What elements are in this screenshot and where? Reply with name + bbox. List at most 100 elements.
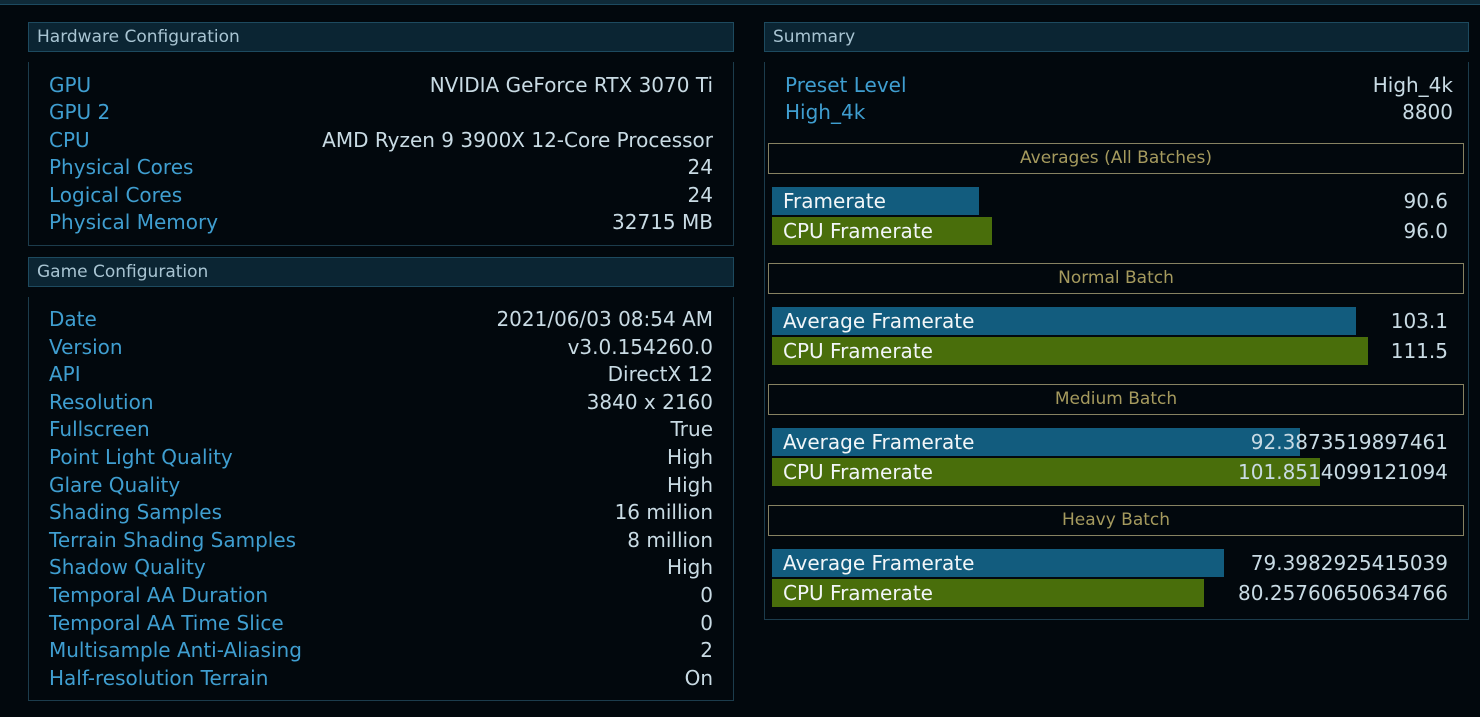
summary-row-label: Preset Level: [785, 73, 907, 97]
summary-row-value: 8800: [1402, 100, 1453, 125]
game-row: Shading Samples 16 million: [29, 499, 733, 526]
hardware-row: GPU 2: [29, 99, 733, 126]
framerate-bar-value: 90.6: [1403, 189, 1448, 213]
game-row-label: Temporal AA Duration: [49, 583, 269, 607]
game-row-value: High: [667, 555, 713, 580]
game-row-label: Resolution: [49, 389, 154, 414]
game-config-title: Game Configuration: [37, 262, 209, 282]
framerate-bar-value: 92.3873519897461: [1250, 430, 1448, 454]
game-row-value: 0: [700, 610, 713, 635]
framerate-bar-row: CPU Framerate 101.8514099121094: [772, 458, 1452, 486]
hardware-row-value: 24: [687, 182, 713, 207]
batch-section-title: Heavy Batch: [768, 505, 1464, 536]
framerate-bar-value: 79.3982925415039: [1250, 551, 1448, 575]
game-row: Date 2021/06/03 08:54 AM: [29, 306, 733, 333]
game-row-label: Version: [49, 334, 123, 359]
summary-row: Preset Level High_4k: [765, 72, 1468, 99]
framerate-bar-value: 111.5: [1390, 339, 1448, 363]
game-row-label: API: [49, 362, 81, 387]
batch-section-title: Normal Batch: [768, 263, 1464, 294]
summary-title: Summary: [773, 27, 856, 47]
framerate-bar-row: Average Framerate 92.3873519897461: [772, 428, 1452, 456]
hardware-row-value: NVIDIA GeForce RTX 3070 Ti: [429, 73, 713, 97]
framerate-bar-label: CPU Framerate: [783, 219, 933, 243]
game-row-label: Shadow Quality: [49, 555, 206, 580]
summary-row: High_4k 8800: [765, 99, 1468, 126]
summary-row-label: High_4k: [785, 100, 866, 125]
hardware-row: GPU NVIDIA GeForce RTX 3070 Ti: [29, 72, 733, 99]
game-config-header: Game Configuration: [28, 257, 734, 287]
framerate-bar-label: CPU Framerate: [783, 460, 933, 484]
hardware-row-label: GPU: [49, 73, 92, 97]
framerate-bar-row: CPU Framerate 80.25760650634766: [772, 579, 1452, 607]
hardware-row-value: AMD Ryzen 9 3900X 12-Core Processor: [322, 127, 713, 152]
framerate-bar-row: Framerate 90.6: [772, 187, 1452, 215]
game-row: Glare Quality High: [29, 472, 733, 499]
window-top-border: [0, 0, 1480, 5]
framerate-bar-label: CPU Framerate: [783, 339, 933, 363]
game-row-value: 2: [700, 638, 713, 663]
hardware-row-value: 24: [687, 155, 713, 180]
game-row-label: Point Light Quality: [49, 445, 233, 469]
batch-section-title: Averages (All Batches): [768, 143, 1464, 174]
hardware-config-panel: GPU NVIDIA GeForce RTX 3070 Ti GPU 2 CPU AMD…: [28, 62, 734, 246]
game-row-value: 8 million: [627, 527, 713, 552]
game-row-label: Multisample Anti-Aliasing: [49, 638, 302, 663]
framerate-bar-label: Average Framerate: [783, 430, 975, 454]
game-row: Multisample Anti-Aliasing 2: [29, 637, 733, 664]
game-row-value: High: [667, 472, 713, 497]
hardware-config-header: Hardware Configuration: [28, 22, 734, 52]
hardware-row-label: Logical Cores: [49, 182, 183, 207]
framerate-bar-row: Average Framerate 103.1: [772, 307, 1452, 335]
game-row-value: v3.0.154260.0: [567, 334, 713, 359]
game-row: Fullscreen True: [29, 416, 733, 443]
game-row-value: 2021/06/03 08:54 AM: [496, 307, 713, 331]
hardware-row: Logical Cores 24: [29, 182, 733, 209]
hardware-row: Physical Memory 32715 MB: [29, 209, 733, 236]
game-row: Version v3.0.154260.0: [29, 334, 733, 361]
game-row-label: Terrain Shading Samples: [49, 527, 297, 552]
game-row: Terrain Shading Samples 8 million: [29, 527, 733, 554]
game-row: Point Light Quality High: [29, 444, 733, 471]
hardware-row: CPU AMD Ryzen 9 3900X 12-Core Processor: [29, 127, 733, 154]
game-row-label: Date: [49, 307, 97, 331]
framerate-bar-value: 101.8514099121094: [1238, 460, 1448, 484]
game-row-label: Fullscreen: [49, 417, 150, 442]
game-row-label: Shading Samples: [49, 500, 223, 525]
framerate-bar-row: Average Framerate 79.3982925415039: [772, 549, 1452, 577]
game-row-value: 16 million: [614, 500, 713, 525]
hardware-row-label: Physical Memory: [49, 210, 219, 234]
batch-section-title: Medium Batch: [768, 384, 1464, 415]
framerate-bar-value: 103.1: [1390, 309, 1448, 333]
game-row-value: High: [667, 445, 713, 469]
game-row-value: On: [684, 665, 713, 690]
summary-row-value: High_4k: [1372, 73, 1453, 97]
game-row-value: True: [670, 417, 713, 442]
game-row-label: Glare Quality: [49, 472, 181, 497]
framerate-bar-row: CPU Framerate 111.5: [772, 337, 1452, 365]
framerate-bar-label: Average Framerate: [783, 309, 975, 333]
game-row-value: 3840 x 2160: [586, 389, 713, 414]
hardware-row: Physical Cores 24: [29, 154, 733, 181]
game-row-value: DirectX 12: [607, 362, 713, 387]
hardware-row-label: CPU: [49, 127, 90, 152]
game-row-value: 0: [700, 583, 713, 607]
framerate-bar-label: Framerate: [783, 189, 886, 213]
game-row: Shadow Quality High: [29, 554, 733, 581]
game-config-panel: Date 2021/06/03 08:54 AM Version v3.0.15426…: [28, 297, 734, 701]
game-row: Temporal AA Time Slice 0: [29, 610, 733, 637]
framerate-bar-row: CPU Framerate 96.0: [772, 217, 1452, 245]
hardware-config-title: Hardware Configuration: [37, 27, 240, 47]
framerate-bar-value: 80.25760650634766: [1238, 581, 1448, 605]
game-row: Temporal AA Duration 0: [29, 582, 733, 609]
framerate-bar-value: 96.0: [1403, 219, 1448, 243]
framerate-bar-label: CPU Framerate: [783, 581, 933, 605]
game-row-label: Temporal AA Time Slice: [49, 610, 284, 635]
framerate-bar-label: Average Framerate: [783, 551, 975, 575]
game-row: Resolution 3840 x 2160: [29, 389, 733, 416]
summary-header: Summary: [764, 22, 1469, 52]
hardware-row-label: Physical Cores: [49, 155, 194, 180]
hardware-row-label: GPU 2: [49, 100, 111, 125]
hardware-row-value: 32715 MB: [612, 210, 713, 234]
game-row: Half-resolution Terrain On: [29, 665, 733, 692]
